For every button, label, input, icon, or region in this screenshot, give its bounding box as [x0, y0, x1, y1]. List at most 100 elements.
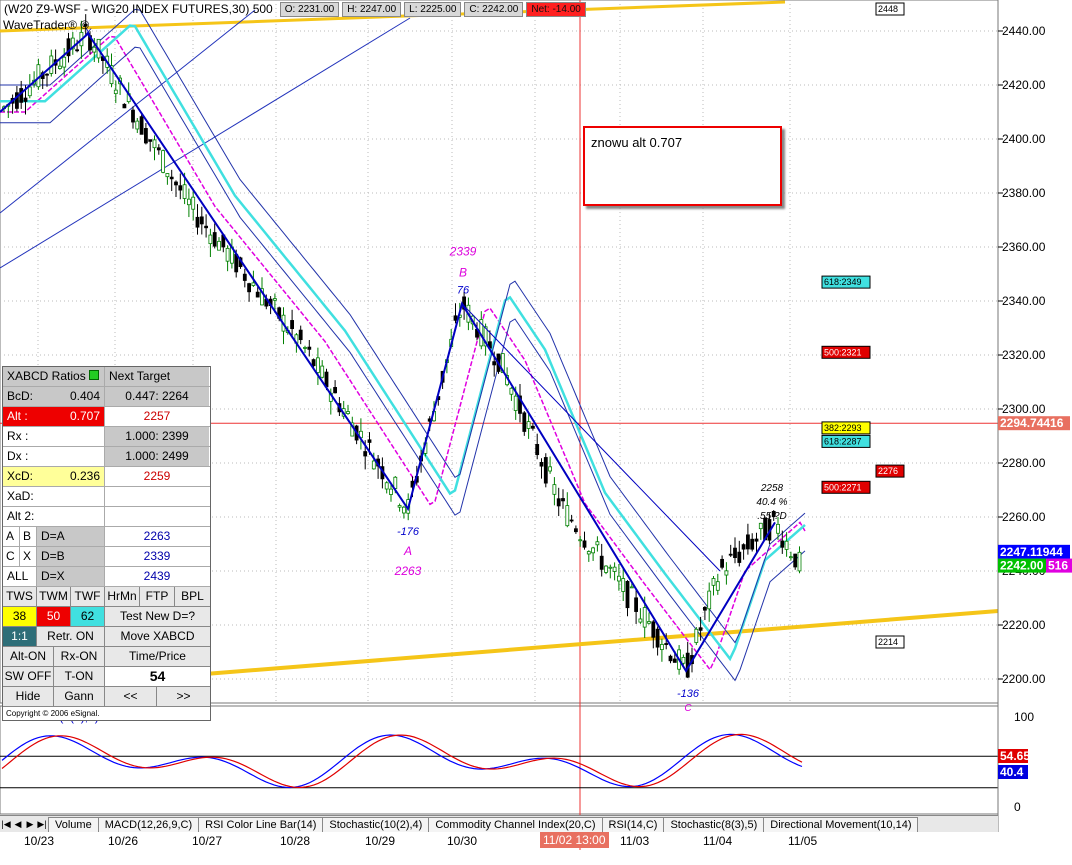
row-da-label: D=A [37, 527, 105, 546]
tab-stochastic-10[interactable]: Stochastic(10(2),4) [322, 816, 430, 832]
row-b-button[interactable]: B [20, 527, 37, 546]
axis-label-9: 2260.00 [1002, 510, 1046, 524]
bpl-button[interactable]: BPL [175, 587, 210, 606]
tab-volume[interactable]: Volume [48, 816, 99, 832]
row-dx-value: 2439 [143, 569, 171, 583]
prev-button[interactable]: << [105, 687, 157, 706]
candle-body-164 [707, 590, 712, 610]
axis-label-11: 2220.00 [1002, 618, 1046, 632]
tab-dmi[interactable]: Directional Movement(10,14) [763, 816, 919, 832]
row-x-button[interactable]: X [20, 547, 37, 566]
tab-prev-icon[interactable]: ◀ [12, 819, 24, 830]
alt2-target [105, 507, 209, 526]
candle-body-59 [255, 291, 260, 298]
bcd-label: BcD: [7, 389, 34, 403]
hide-button[interactable]: Hide [3, 687, 54, 706]
hrmn-button[interactable]: HrMn [105, 587, 140, 606]
tab-first-icon[interactable]: |◀ [0, 819, 12, 830]
candle-body-32 [139, 116, 144, 135]
candle-body-161 [694, 628, 699, 643]
candle-body-140 [604, 565, 608, 573]
candle-body-127 [548, 466, 552, 472]
price-axis: 2440.00 2420.00 2400.00 2380.00 2360.00 2340.… [997, 0, 1072, 865]
candle-body-170 [733, 547, 737, 559]
move-xabcd-button[interactable]: Move XABCD [105, 627, 210, 646]
candle-body-105 [453, 315, 458, 321]
d-point-line-2: .55 ?D [757, 511, 786, 522]
candle-body-145 [625, 580, 630, 609]
stoch-axis-0: 0 [1014, 800, 1021, 814]
tws-value[interactable]: 38 [3, 607, 37, 626]
xad-label: XaD: [3, 487, 105, 506]
twm-value[interactable]: 50 [37, 607, 71, 626]
last-price-tag: 2242.00 [1000, 559, 1044, 573]
candle-body-86 [371, 460, 376, 470]
candle-body-131 [565, 505, 570, 527]
row-da-value: 2263 [143, 529, 171, 543]
gann-button[interactable]: Gann [54, 687, 105, 706]
candle-body-74 [320, 365, 325, 378]
fib-tag-5: 500:2271 [824, 482, 862, 492]
candle-body-148 [638, 618, 643, 623]
date-label-1: 10/26 [108, 834, 139, 848]
chart-header: (W20 Z9-WSF - WIG20 INDEX FUTURES,30) 50… [0, 0, 586, 18]
ftp-button[interactable]: FTP [140, 587, 175, 606]
tab-macd[interactable]: MACD(12,26,9,C) [97, 816, 200, 832]
retr-on-button[interactable]: Retr. ON [37, 627, 105, 646]
candle-body-122 [526, 421, 531, 429]
candle-body-180 [776, 523, 780, 534]
date-label-5: 10/30 [447, 834, 478, 848]
tab-cci[interactable]: Commodity Channel Index(20,C) [428, 816, 603, 832]
ratio-button[interactable]: 1:1 [3, 627, 37, 646]
sw-off-button[interactable]: SW OFF [3, 667, 54, 686]
twm-button[interactable]: TWM [37, 587, 71, 606]
twf-button[interactable]: TWF [71, 587, 105, 606]
d-point-line-0: 2258 [760, 483, 784, 494]
a-point-letter: A [403, 544, 412, 558]
t-on-button[interactable]: T-ON [54, 667, 105, 686]
row-all-button[interactable]: ALL [3, 567, 37, 586]
candle-body-144 [621, 578, 626, 592]
rx-on-button[interactable]: Rx-ON [54, 647, 105, 666]
next-button[interactable]: >> [157, 687, 210, 706]
candle-body-158 [681, 656, 686, 664]
candle-body-43 [186, 198, 191, 206]
close-quote: C: 2242.00 [464, 1, 524, 17]
axis-bg [998, 0, 1072, 865]
row-a-button[interactable]: A [3, 527, 20, 546]
candle-body-143 [617, 575, 621, 582]
candle-body-38 [165, 173, 170, 178]
tab-rsi-color[interactable]: RSI Color Line Bar(14) [198, 816, 324, 832]
axis-label-6: 2320.00 [1002, 348, 1046, 362]
tab-last-icon[interactable]: ▶| [36, 819, 48, 830]
note-box[interactable]: znowu alt 0.707 [583, 126, 782, 206]
tws-button[interactable]: TWS [3, 587, 37, 606]
tab-rsi[interactable]: RSI(14,C) [601, 816, 665, 832]
brand-label: WaveTrader® © [3, 18, 90, 32]
test-new-button[interactable]: Test New D=? [105, 607, 210, 626]
candle-body-174 [750, 538, 755, 550]
tab-stochastic-8[interactable]: Stochastic(8(3),5) [663, 816, 765, 832]
candle-body-163 [703, 606, 707, 611]
date-label-4: 10/29 [365, 834, 396, 848]
status-indicator-icon [89, 370, 100, 380]
a-point-price: 2263 [394, 564, 422, 578]
xcd-row: XcD: 0.236 [3, 467, 105, 486]
candle-body-129 [556, 498, 561, 507]
candle-body-28 [122, 103, 127, 109]
candle-body-39 [169, 176, 174, 180]
candle-body-63 [272, 298, 277, 301]
row-dx-label: D=X [37, 567, 105, 586]
next-target-label: Next Target [105, 367, 209, 386]
row-c-button[interactable]: C [3, 547, 20, 566]
xcd-target: 2259 [143, 469, 171, 483]
time-price-button[interactable]: Time/Price [105, 647, 210, 666]
tab-next-icon[interactable]: ▶ [24, 819, 36, 830]
fib-tag-1: 500:2321 [824, 347, 862, 357]
b-point-letter: B [459, 266, 467, 280]
rx-label: Rx : [3, 427, 105, 446]
twf-value[interactable]: 62 [71, 607, 105, 626]
candle-body-154 [664, 643, 669, 645]
alt-on-button[interactable]: Alt-ON [3, 647, 54, 666]
candle-body-17 [75, 49, 79, 52]
